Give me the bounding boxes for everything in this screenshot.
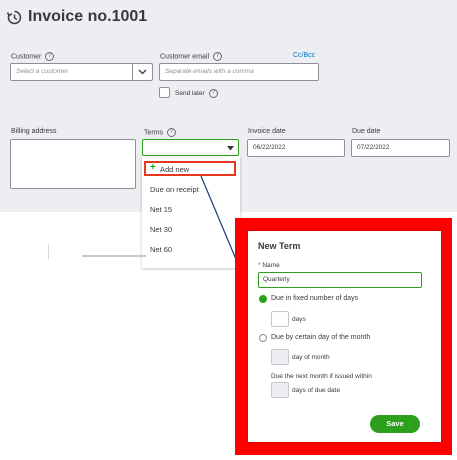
day-of-month-unit: day of month xyxy=(292,354,330,361)
save-button[interactable]: Save xyxy=(370,415,420,433)
radio-fixed-days[interactable] xyxy=(259,295,267,303)
fixed-days-label: Due in fixed number of days xyxy=(271,295,359,302)
next-month-label: Due the next month if issued within xyxy=(271,373,372,380)
name-value: Quarterly xyxy=(263,276,290,283)
next-month-input[interactable] xyxy=(271,382,289,398)
next-month-unit: days of due date xyxy=(292,387,341,394)
radio-day-of-month[interactable] xyxy=(259,334,267,342)
modal-title: New Term xyxy=(258,241,301,251)
fixed-days-input[interactable] xyxy=(271,311,289,327)
days-unit: days xyxy=(292,316,306,323)
day-of-month-input[interactable] xyxy=(271,349,289,365)
day-of-month-label: Due by certain day of the month xyxy=(271,334,371,341)
new-term-modal: New Term * Name Quarterly Due in fixed n… xyxy=(248,231,441,442)
name-input[interactable]: Quarterly xyxy=(258,272,422,288)
name-label: * Name xyxy=(258,262,280,269)
